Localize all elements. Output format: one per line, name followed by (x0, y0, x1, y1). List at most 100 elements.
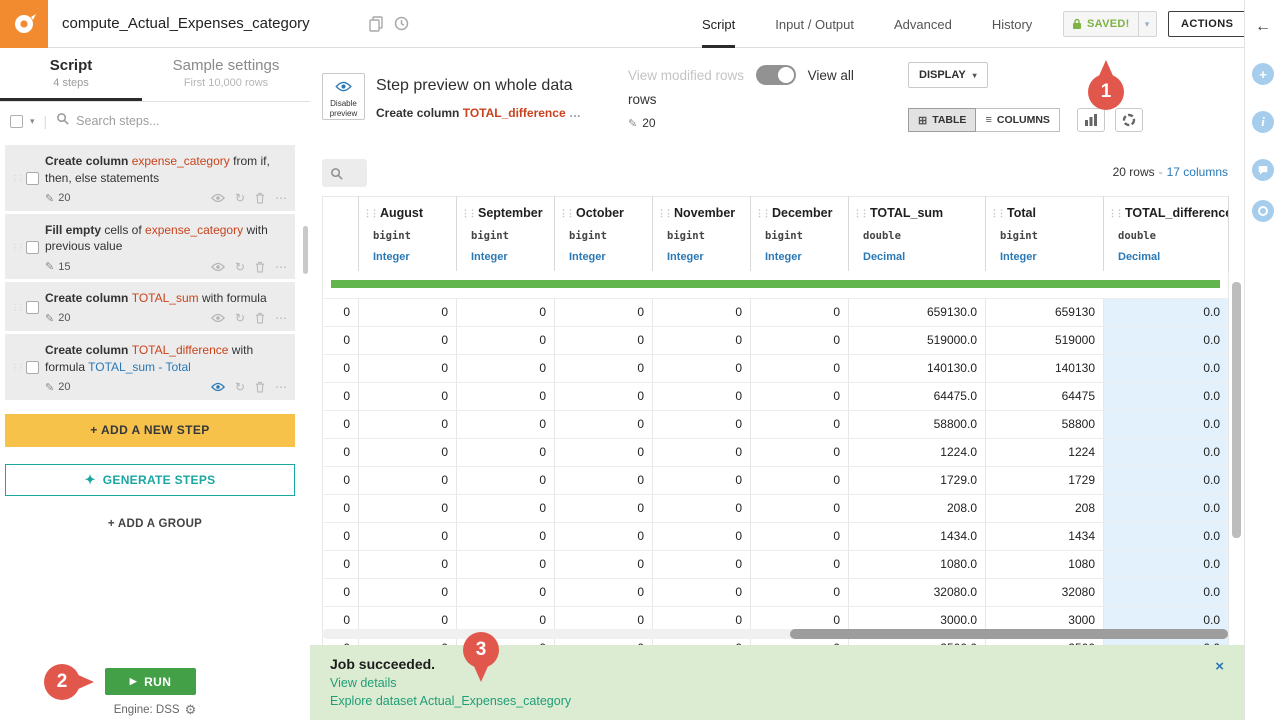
script-step[interactable]: ⋮⋮ Fill empty cells of expense_category … (5, 214, 295, 280)
column-grip-icon[interactable]: ⋮⋮ (755, 206, 769, 220)
table-cell[interactable]: 0 (457, 466, 555, 494)
table-cell[interactable]: 0 (457, 550, 555, 578)
step-more-icon[interactable]: ⋯ (275, 261, 287, 273)
step-checkbox[interactable] (26, 301, 39, 314)
step-preview-eye-icon[interactable] (211, 262, 225, 272)
table-cell[interactable]: 0 (751, 550, 849, 578)
table-cell[interactable]: 64475 (986, 382, 1104, 410)
view-rows-toggle[interactable] (756, 65, 796, 85)
step-checkbox[interactable] (26, 241, 39, 254)
column-header[interactable]: ⋮⋮ September bigint Integer (457, 197, 555, 272)
table-cell[interactable]: 659130.0 (849, 298, 986, 326)
table-cell[interactable]: 0 (555, 410, 653, 438)
add-new-step-button[interactable]: + ADD A NEW STEP (5, 414, 295, 447)
table-cell[interactable]: 208.0 (849, 494, 986, 522)
schedule-clock-icon[interactable] (394, 16, 409, 36)
table-cell[interactable]: 0 (555, 550, 653, 578)
gear-icon[interactable]: ⚙ (185, 702, 197, 718)
view-details-link[interactable]: View details (330, 676, 396, 690)
table-cell[interactable]: 0 (323, 410, 359, 438)
table-cell[interactable]: 0 (653, 326, 751, 354)
table-cell[interactable]: 32080.0 (849, 578, 986, 606)
column-header[interactable]: ⋮⋮ October bigint Integer (555, 197, 653, 272)
table-cell[interactable]: 1434 (986, 522, 1104, 550)
step-delete-icon[interactable] (255, 312, 265, 324)
table-cell[interactable]: 0 (555, 494, 653, 522)
table-cell[interactable]: 0 (555, 522, 653, 550)
step-more-icon[interactable]: ⋯ (275, 312, 287, 324)
table-cell[interactable]: 0 (323, 382, 359, 410)
table-cell[interactable]: 208 (986, 494, 1104, 522)
step-delete-icon[interactable] (255, 192, 265, 204)
table-cell[interactable]: 0 (359, 522, 457, 550)
table-cell[interactable]: 1729 (986, 466, 1104, 494)
add-icon[interactable]: + (1252, 63, 1274, 85)
column-meaning[interactable]: Decimal (849, 247, 985, 271)
saved-button[interactable]: SAVED! ▾ (1063, 11, 1157, 37)
table-cell[interactable]: 0 (555, 438, 653, 466)
table-cell[interactable]: 0.0 (1104, 522, 1229, 550)
table-cell[interactable]: 0 (653, 494, 751, 522)
table-cell[interactable]: 0 (653, 298, 751, 326)
table-cell[interactable]: 519000.0 (849, 326, 986, 354)
table-cell[interactable]: 0 (653, 522, 751, 550)
step-refresh-icon[interactable]: ↻ (235, 381, 245, 393)
table-cell[interactable]: 0 (751, 326, 849, 354)
table-cell[interactable]: 0 (323, 326, 359, 354)
table-cell[interactable]: 0 (751, 438, 849, 466)
drag-handle-icon[interactable]: ⋮⋮ (11, 363, 20, 372)
table-cell[interactable]: 0 (457, 326, 555, 354)
table-cell[interactable]: 0 (457, 382, 555, 410)
tab-history[interactable]: History (992, 0, 1032, 48)
table-cell[interactable]: 0.0 (1104, 438, 1229, 466)
column-header[interactable]: ⋮⋮ November bigint Integer (653, 197, 751, 272)
table-cell[interactable]: 0 (457, 494, 555, 522)
table-cell[interactable]: 0 (555, 354, 653, 382)
table-cell[interactable]: 0 (653, 354, 751, 382)
step-delete-icon[interactable] (255, 261, 265, 273)
table-cell[interactable]: 0 (555, 382, 653, 410)
table-cell[interactable]: 0 (457, 578, 555, 606)
info-icon[interactable]: i (1252, 111, 1274, 133)
table-cell[interactable]: 0 (555, 578, 653, 606)
tab-input-output[interactable]: Input / Output (775, 0, 854, 48)
table-view-button[interactable]: ⊞ TABLE (908, 108, 976, 132)
table-cell[interactable]: 0 (323, 578, 359, 606)
drag-handle-icon[interactable]: ⋮⋮ (11, 174, 20, 183)
column-meaning[interactable]: Integer (986, 247, 1103, 271)
collapse-panel-arrow-icon[interactable]: ← (1245, 18, 1280, 36)
copy-icon[interactable] (369, 16, 383, 37)
table-cell[interactable]: 0 (653, 410, 751, 438)
table-cell[interactable]: 659130 (986, 298, 1104, 326)
table-cell[interactable]: 0 (751, 578, 849, 606)
table-cell[interactable]: 0.0 (1104, 466, 1229, 494)
step-preview-eye-icon[interactable] (211, 193, 225, 203)
table-cell[interactable]: 1434.0 (849, 522, 986, 550)
step-preview-eye-icon[interactable] (211, 382, 225, 392)
disable-preview-button[interactable]: Disable preview (322, 73, 365, 120)
dataiku-logo[interactable] (0, 0, 48, 48)
table-cell[interactable]: 0 (359, 382, 457, 410)
table-cell[interactable]: 0 (323, 550, 359, 578)
table-cell[interactable]: 0 (751, 466, 849, 494)
table-cell[interactable]: 0 (359, 578, 457, 606)
table-cell[interactable]: 0 (751, 410, 849, 438)
help-icon[interactable] (1252, 200, 1274, 222)
table-cell[interactable]: 0 (359, 354, 457, 382)
tab-advanced[interactable]: Advanced (894, 0, 952, 48)
column-meaning[interactable]: Decimal (1104, 247, 1228, 271)
table-cell[interactable]: 0 (457, 438, 555, 466)
step-refresh-icon[interactable]: ↻ (235, 192, 245, 204)
charts-button[interactable] (1077, 108, 1105, 132)
step-refresh-icon[interactable]: ↻ (235, 261, 245, 273)
table-cell[interactable]: 1080 (986, 550, 1104, 578)
horizontal-scrollbar-track[interactable] (322, 629, 1228, 639)
column-meaning[interactable]: Integer (653, 247, 750, 271)
table-cell[interactable]: 0.0 (1104, 410, 1229, 438)
table-cell[interactable]: 0 (555, 326, 653, 354)
table-search-button[interactable] (322, 159, 367, 187)
column-meaning[interactable] (323, 247, 358, 271)
table-cell[interactable]: 0 (457, 354, 555, 382)
table-cell[interactable]: 0.0 (1104, 298, 1229, 326)
table-cell[interactable]: 0 (359, 438, 457, 466)
